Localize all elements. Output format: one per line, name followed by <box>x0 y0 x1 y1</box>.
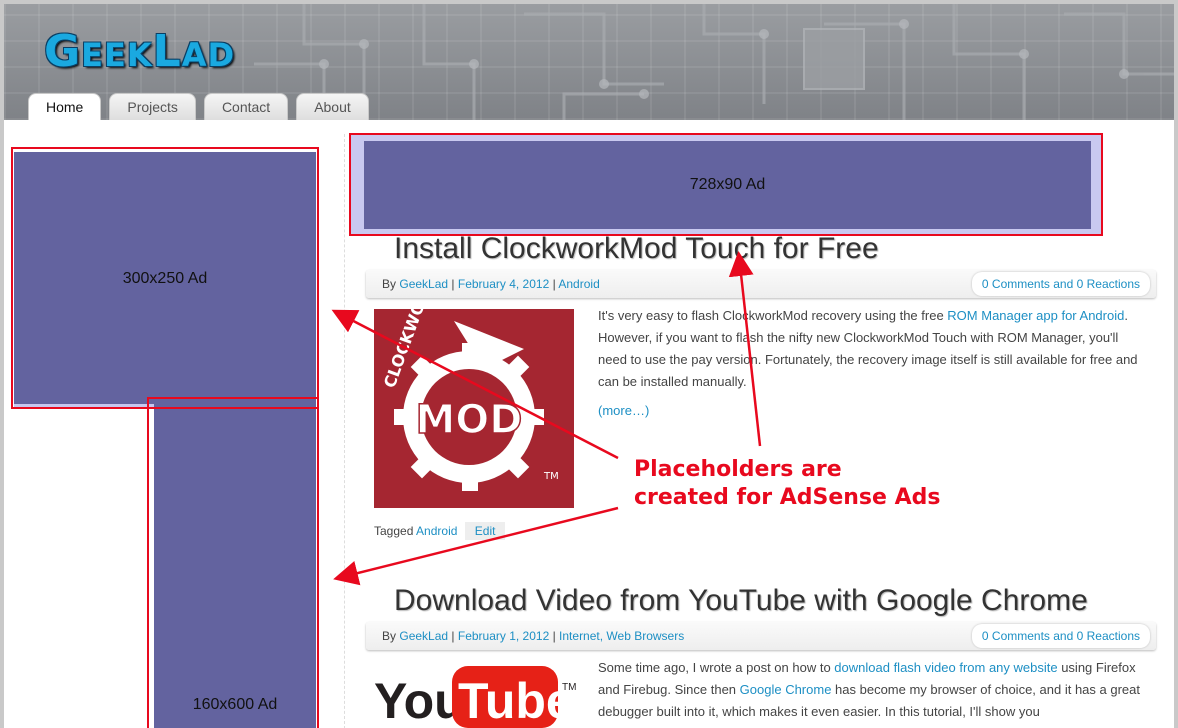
post-meta: By GeekLad | February 1, 2012 | Internet… <box>366 622 1156 650</box>
youtube-logo-icon: You Tube TM <box>374 666 576 728</box>
excerpt-text-1: Some time ago, I wrote a post on how to <box>598 660 835 675</box>
google-chrome-link[interactable]: Google Chrome <box>740 682 832 697</box>
svg-text:Tube: Tube <box>458 673 574 728</box>
site-header: GEEKLAD Home Projects Contact About <box>4 4 1174 120</box>
category-link[interactable]: Internet, Web Browsers <box>559 629 684 643</box>
comments-link[interactable]: 0 Comments and 0 Reactions <box>971 272 1150 296</box>
author-link[interactable]: GeekLad <box>399 277 448 291</box>
tab-home[interactable]: Home <box>28 93 102 120</box>
tag-link[interactable]: Android <box>416 524 457 538</box>
svg-text:MOD: MOD <box>415 397 522 443</box>
svg-text:You: You <box>374 673 465 728</box>
youtube-thumbnail[interactable]: You Tube TM <box>374 658 584 728</box>
excerpt-text-1: It's very easy to flash ClockworkMod rec… <box>598 308 948 323</box>
tab-contact[interactable]: Contact <box>203 93 289 120</box>
byline-prefix: By <box>382 277 397 291</box>
post-excerpt: It's very easy to flash ClockworkMod rec… <box>598 305 1138 393</box>
edit-link[interactable]: Edit <box>464 522 506 540</box>
post-tags: Tagged Android Edit <box>374 522 506 540</box>
logo-text-ad: AD <box>181 36 236 74</box>
author-link[interactable]: GeekLad <box>399 629 448 643</box>
tab-projects[interactable]: Projects <box>109 93 196 120</box>
page-frame: GEEKLAD Home Projects Contact About 300x… <box>4 4 1174 728</box>
read-more-link[interactable]: (more…) <box>598 403 649 418</box>
logo-text-eek: EEK <box>81 36 153 74</box>
annotation-line-2: created for AdSense Ads <box>634 485 941 510</box>
annotation-line-1: Placeholders are <box>634 457 842 482</box>
post-title[interactable]: Download Video from YouTube with Google … <box>394 584 1088 618</box>
post-meta: By GeekLad | February 4, 2012 | Android … <box>366 270 1156 298</box>
date-link[interactable]: February 4, 2012 <box>458 277 549 291</box>
rom-manager-link[interactable]: ROM Manager app for Android <box>947 308 1124 323</box>
logo-letter-g: G <box>44 26 82 77</box>
post-title[interactable]: Install ClockworkMod Touch for Free <box>394 232 879 266</box>
arrow-to-160-ad <box>333 506 619 586</box>
post-byline: By GeekLad | February 1, 2012 | Internet… <box>382 629 685 643</box>
annotation-text: Placeholders are created for AdSense Ads <box>634 456 940 512</box>
tab-about[interactable]: About <box>296 93 369 120</box>
column-divider <box>344 134 345 728</box>
flash-video-link[interactable]: download flash video from any website <box>834 660 1057 675</box>
category-link[interactable]: Android <box>558 277 599 291</box>
highlight-box-160 <box>147 397 319 728</box>
post-byline: By GeekLad | February 4, 2012 | Android <box>382 277 600 291</box>
highlight-box-300 <box>11 147 319 409</box>
clockworkmod-thumbnail[interactable]: MOD CLOCKWORK TM <box>374 309 574 508</box>
svg-text:TM: TM <box>562 682 576 693</box>
main-nav: Home Projects Contact About <box>28 93 369 120</box>
site-logo[interactable]: GEEKLAD <box>44 26 235 77</box>
highlight-box-728 <box>349 133 1103 236</box>
logo-letter-l: L <box>152 26 182 77</box>
date-link[interactable]: February 1, 2012 <box>458 629 549 643</box>
clockworkmod-logo-icon: MOD CLOCKWORK TM <box>380 309 559 491</box>
comments-link[interactable]: 0 Comments and 0 Reactions <box>971 624 1150 648</box>
tagged-label: Tagged <box>374 524 414 538</box>
byline-prefix: By <box>382 629 397 643</box>
post-excerpt: Some time ago, I wrote a post on how to … <box>598 657 1144 723</box>
svg-text:TM: TM <box>543 471 559 482</box>
